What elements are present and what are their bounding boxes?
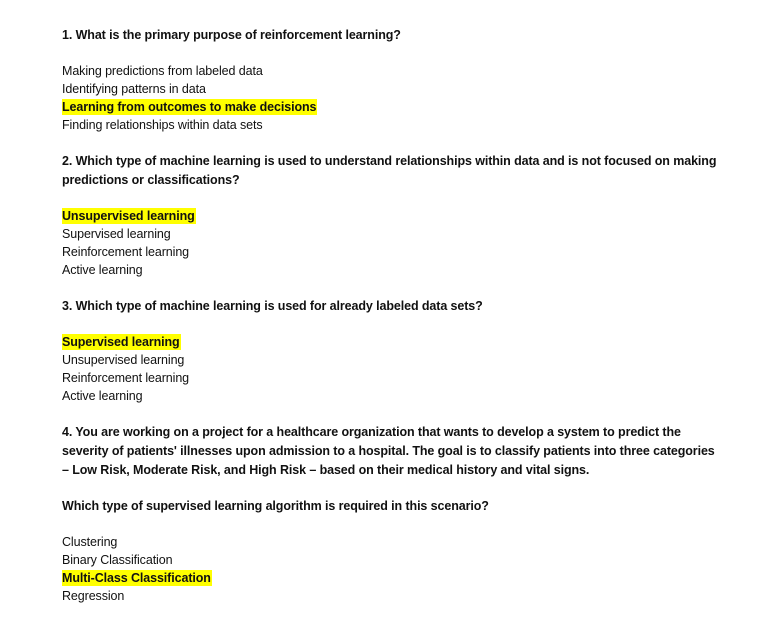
answer-option: Identifying patterns in data	[62, 82, 206, 96]
answer-option: Reinforcement learning	[62, 245, 190, 259]
question-block-2: 2. Which type of machine learning is use…	[62, 152, 722, 279]
correct-answer-option: Learning from outcomes to make decisions	[62, 98, 722, 116]
answer-option: Active learning	[62, 389, 143, 403]
answer-option: Active learning	[62, 263, 143, 277]
question-block-1: 1. What is the primary purpose of reinfo…	[62, 26, 722, 134]
correct-answer-option: Multi-Class Classification	[62, 569, 722, 587]
correct-answer-option: Unsupervised learning	[62, 207, 722, 225]
question-text: 4. You are working on a project for a he…	[62, 425, 715, 477]
highlighted-answer: Unsupervised learning	[62, 208, 196, 224]
answer-options: Unsupervised learning Supervised learnin…	[62, 207, 722, 279]
answer-options: Clustering Binary Classification Multi-C…	[62, 533, 722, 605]
answer-option: Regression	[62, 589, 125, 603]
answer-option: Supervised learning	[62, 227, 171, 241]
question-block-3: 3. Which type of machine learning is use…	[62, 297, 722, 405]
answer-option: Unsupervised learning	[62, 353, 185, 367]
quiz-document: 1. What is the primary purpose of reinfo…	[62, 26, 722, 605]
answer-option: Binary Classification	[62, 553, 173, 567]
answer-option: Making predictions from labeled data	[62, 64, 263, 78]
question-text: 3. Which type of machine learning is use…	[62, 299, 483, 313]
correct-answer-option: Supervised learning	[62, 333, 722, 351]
answer-option: Reinforcement learning	[62, 371, 190, 385]
highlighted-answer: Learning from outcomes to make decisions	[62, 99, 318, 115]
question-block-4: 4. You are working on a project for a he…	[62, 423, 722, 605]
question-followup-text: Which type of supervised learning algori…	[62, 499, 489, 513]
question-text: 2. Which type of machine learning is use…	[62, 154, 717, 187]
answer-option: Finding relationships within data sets	[62, 118, 263, 132]
answer-options: Making predictions from labeled data Ide…	[62, 62, 722, 134]
question-text: 1. What is the primary purpose of reinfo…	[62, 28, 401, 42]
highlighted-answer: Supervised learning	[62, 334, 181, 350]
answer-option: Clustering	[62, 535, 118, 549]
answer-options: Supervised learning Unsupervised learnin…	[62, 333, 722, 405]
highlighted-answer: Multi-Class Classification	[62, 570, 212, 586]
